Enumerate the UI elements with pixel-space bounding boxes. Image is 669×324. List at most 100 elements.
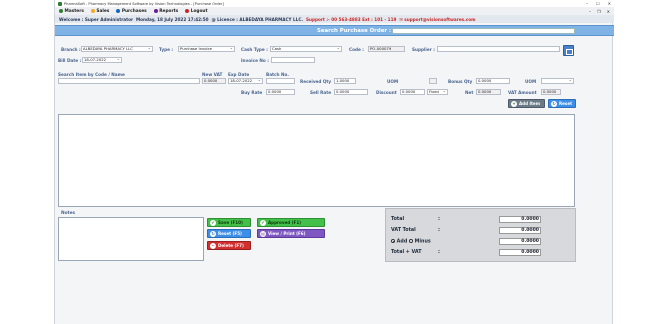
sell-rate-input[interactable]: 0.0000 xyxy=(334,89,368,95)
new-vat-field: 0.0000 xyxy=(202,78,226,84)
logout-icon xyxy=(185,9,190,13)
notes-label: Notes xyxy=(61,211,76,216)
vat-total-label: VAT Total xyxy=(391,228,416,233)
bonus-qty-input[interactable]: 0.0000 xyxy=(476,78,510,84)
vat-amount-label: VAT Amount xyxy=(508,90,537,95)
maximize-button[interactable]: ☐ xyxy=(596,1,600,6)
received-qty-input[interactable]: 1.0000 xyxy=(334,78,356,84)
info-bar: Welcome : Super Administrator Monday, 18… xyxy=(55,15,614,23)
close-button[interactable]: ✕ xyxy=(608,1,611,6)
menu-purchases[interactable]: Purchases xyxy=(116,9,147,14)
totals-panel: Total : 0.0000 VAT Total : 0.0000 Add Mi… xyxy=(385,208,576,262)
bonus-qty-label: Bonus Qty xyxy=(448,79,473,84)
minus-radio[interactable] xyxy=(408,239,413,243)
uom2-label: UOM xyxy=(525,79,537,84)
menu-masters[interactable]: Masters xyxy=(59,9,84,14)
discount-type-select[interactable]: Fixed xyxy=(427,89,448,95)
buy-rate-input[interactable]: 0.0000 xyxy=(266,89,295,95)
search-purchase-order-input[interactable] xyxy=(392,28,575,34)
received-qty-label: Received Qty xyxy=(300,79,332,84)
welcome-text: Welcome : Super Administrator xyxy=(59,16,134,22)
title-bar: PharmaSoft - Pharmacy Management Softwar… xyxy=(55,0,614,7)
bill-date-label: Bill Date : xyxy=(58,58,82,63)
approve-icon: ✔ xyxy=(260,219,266,226)
notes-textarea[interactable] xyxy=(58,217,204,261)
mdi-restore-button[interactable]: ❐ xyxy=(597,9,601,14)
uom-label: UOM xyxy=(387,79,399,84)
discount-input[interactable]: 0.0000 xyxy=(400,89,425,95)
net-label: Net xyxy=(465,90,474,95)
menu-bar: Masters Sales Purchases Reports Logout –… xyxy=(55,7,614,15)
add-radio-label: Add xyxy=(396,239,408,245)
purchases-icon xyxy=(116,9,121,13)
add-minus-input[interactable]: 0.0000 xyxy=(499,238,541,245)
view-print-button[interactable]: ▤ View / Print (F6) xyxy=(257,229,325,238)
exp-date-picker[interactable]: 18-07-2022 xyxy=(228,78,263,84)
delete-icon: − xyxy=(210,242,216,249)
vat-amount-field: 0.0000 xyxy=(541,89,561,95)
save-button[interactable]: ✔ Save (F10) xyxy=(207,218,251,227)
add-radio[interactable] xyxy=(391,239,395,243)
minus-radio-label: Minus xyxy=(414,239,431,245)
net-field: 0.0000 xyxy=(476,89,501,95)
save-icon: ✔ xyxy=(210,219,216,226)
approved-button[interactable]: ✔ Approved (F1) xyxy=(257,218,325,227)
masters-icon xyxy=(59,9,63,13)
total-value: 0.0000 xyxy=(499,216,541,223)
uom-select[interactable] xyxy=(541,78,574,84)
buy-rate-label: Buy Rate xyxy=(241,90,263,95)
branch-select[interactable]: ALBEDAYA PHARMACY LLC xyxy=(81,46,153,52)
support-phone-text: Support :- 00 563-4883 Ext : 101 - 119 xyxy=(305,16,397,22)
minimize-button[interactable]: – xyxy=(586,1,588,6)
refresh-icon: ↻ xyxy=(551,100,557,107)
cash-type-select[interactable]: Cash xyxy=(270,46,342,52)
cash-type-label: Cash Type : xyxy=(241,47,268,52)
menu-reports[interactable]: Reports xyxy=(153,9,178,14)
reset-icon: ↻ xyxy=(210,230,216,237)
menu-sales[interactable]: Sales xyxy=(90,9,109,14)
batch-no-label: Batch No. xyxy=(266,72,289,77)
new-vat-label: New VAT xyxy=(202,72,223,77)
supplier-input[interactable] xyxy=(437,46,560,52)
supplier-label: Supplier : xyxy=(412,47,435,52)
bill-date-picker[interactable]: 18-07-2022 xyxy=(82,57,122,63)
total-vat-label: Total + VAT xyxy=(391,250,422,255)
reset-button[interactable]: ↻ Reset (F5) xyxy=(207,229,251,238)
items-grid[interactable] xyxy=(58,114,575,207)
branch-label: Branch : xyxy=(61,47,81,52)
search-purchase-order-label: Search Purchase Order : xyxy=(317,28,392,34)
total-label: Total xyxy=(391,217,405,222)
print-icon: ▤ xyxy=(260,230,266,237)
sales-icon xyxy=(90,9,95,13)
total-vat-value: 0.0000 xyxy=(499,249,541,256)
type-label: Type : xyxy=(159,47,174,52)
add-icon: + xyxy=(511,100,517,107)
uom-checkbox[interactable] xyxy=(429,78,437,84)
search-item-label: Search Item by Code / Name xyxy=(58,72,125,77)
vat-total-colon: : xyxy=(438,228,440,233)
support-email-text: ✉ support@visionsoftwares.com xyxy=(399,16,476,22)
supplier-lookup-button[interactable] xyxy=(563,45,574,56)
sell-rate-label: Sell Rate xyxy=(310,90,332,95)
add-item-button[interactable]: + Add Item xyxy=(508,99,545,108)
invoice-no-input[interactable] xyxy=(271,57,315,63)
exp-date-label: Exp Date xyxy=(228,72,250,77)
code-field: PO-000079 xyxy=(368,46,405,52)
batch-no-input[interactable] xyxy=(266,78,295,84)
mdi-close-button[interactable]: ✕ xyxy=(607,9,610,14)
total-vat-colon: : xyxy=(438,250,440,255)
total-colon: : xyxy=(438,217,440,222)
reset-item-button[interactable]: ↻ Reset xyxy=(548,99,576,108)
window-title: PharmaSoft - Pharmacy Management Softwar… xyxy=(64,1,224,6)
delete-button[interactable]: − Delete (F7) xyxy=(207,241,251,250)
vat-total-value: 0.0000 xyxy=(499,227,541,234)
reports-icon xyxy=(153,9,158,13)
mdi-minimize-button[interactable]: – xyxy=(589,9,591,14)
type-select[interactable]: Purchase Invoice xyxy=(178,46,235,52)
datetime-text: Monday, 18 July 2022 17:42:50 xyxy=(135,16,209,22)
search-item-input[interactable] xyxy=(58,78,200,84)
purchase-order-window: PharmaSoft - Pharmacy Management Softwar… xyxy=(54,0,614,324)
menu-logout[interactable]: Logout xyxy=(185,9,208,14)
discount-label: Discount xyxy=(376,90,397,95)
invoice-no-label: Invoice No : xyxy=(241,58,269,63)
